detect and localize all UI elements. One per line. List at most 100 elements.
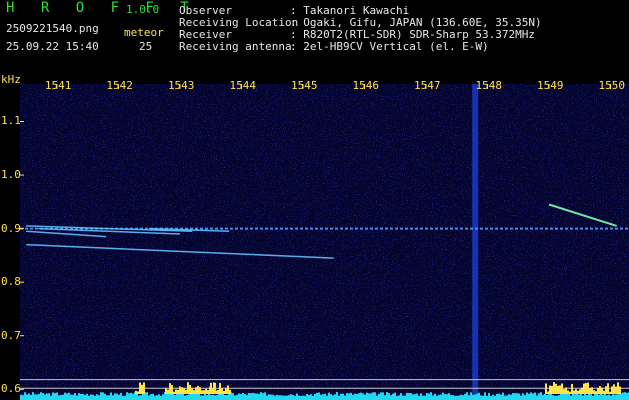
- level-bar: [358, 393, 360, 400]
- level-bar-peak: [179, 386, 181, 394]
- level-bar-peak: [181, 387, 183, 394]
- level-bar: [276, 394, 278, 400]
- level-bar-peak: [227, 385, 229, 394]
- level-bar: [392, 393, 394, 400]
- level-bar: [556, 395, 558, 400]
- level-bar: [582, 395, 584, 400]
- level-bar: [418, 395, 420, 400]
- level-bar-peak: [551, 385, 553, 394]
- level-bar: [540, 392, 542, 400]
- level-bar: [512, 393, 514, 400]
- level-bar: [380, 392, 382, 400]
- level-bar: [524, 395, 526, 400]
- level-bar-peak: [193, 390, 195, 394]
- level-bar: [420, 393, 422, 400]
- level-bar: [80, 393, 82, 400]
- level-bar-peak: [173, 391, 175, 394]
- level-bar: [206, 395, 208, 400]
- level-bar: [508, 394, 510, 400]
- level-bar: [64, 392, 66, 400]
- level-bar: [120, 392, 122, 400]
- level-bar: [348, 393, 350, 400]
- level-bar: [116, 393, 118, 400]
- x-tick-label: 1546: [352, 79, 379, 92]
- level-bar-peak: [210, 382, 212, 394]
- level-bar: [26, 394, 28, 400]
- level-bar: [140, 395, 142, 400]
- level-bar: [326, 395, 328, 400]
- level-bar: [216, 395, 218, 400]
- level-bar: [622, 392, 624, 400]
- level-bar: [192, 393, 194, 400]
- level-bar: [170, 393, 172, 400]
- level-bar-peak: [547, 391, 549, 394]
- level-bar: [114, 393, 116, 400]
- level-bar: [32, 392, 34, 400]
- level-bar: [318, 392, 320, 400]
- level-bar: [226, 395, 228, 400]
- level-bar: [342, 393, 344, 400]
- level-bar: [476, 393, 478, 400]
- level-bar: [500, 394, 502, 400]
- level-bar: [300, 395, 302, 400]
- level-bar-peak: [201, 390, 203, 394]
- level-bar: [258, 393, 260, 400]
- level-bar-peak: [195, 387, 197, 394]
- level-bar: [246, 395, 248, 400]
- level-bar: [108, 395, 110, 400]
- x-tick-label: 1544: [229, 79, 256, 92]
- level-bar: [166, 394, 168, 400]
- level-bar-peak: [587, 382, 589, 394]
- y-tick-label: 1.0: [1, 168, 21, 182]
- level-bar: [256, 393, 258, 400]
- level-bar-peak: [187, 382, 189, 394]
- level-bar: [254, 393, 256, 400]
- level-bar: [48, 393, 50, 400]
- level-bar: [90, 394, 92, 400]
- level-bar: [168, 393, 170, 400]
- level-bar: [310, 394, 312, 400]
- level-bar: [504, 395, 506, 400]
- level-bar: [350, 392, 352, 400]
- level-bar: [520, 395, 522, 400]
- level-bar: [472, 394, 474, 400]
- level-bar: [586, 395, 588, 400]
- level-bar: [212, 394, 214, 400]
- level-bar: [566, 393, 568, 400]
- x-tick-label: 1550: [598, 79, 626, 92]
- level-bar: [498, 393, 500, 400]
- level-bar-peak: [553, 382, 555, 394]
- level-bar: [146, 392, 148, 400]
- level-bar-peak: [199, 387, 201, 394]
- level-bar: [430, 392, 432, 400]
- level-bar: [444, 394, 446, 400]
- level-bar: [52, 392, 54, 400]
- level-bar: [470, 392, 472, 400]
- level-bar: [186, 394, 188, 400]
- level-bar: [600, 392, 602, 400]
- level-bar: [46, 393, 48, 400]
- level-bar: [330, 394, 332, 400]
- level-bar: [484, 392, 486, 400]
- level-bar: [442, 392, 444, 400]
- level-bar: [434, 393, 436, 400]
- level-bar: [280, 395, 282, 400]
- level-bar: [604, 393, 606, 400]
- y-tick-label: 0.6: [1, 382, 21, 396]
- level-bar: [458, 395, 460, 400]
- level-bar: [178, 393, 180, 400]
- level-bar: [228, 392, 230, 400]
- level-bar-peak: [197, 385, 199, 394]
- level-bar-peak: [217, 389, 219, 394]
- antenna-label: Receiving antenna: [179, 40, 292, 53]
- level-bar: [544, 393, 546, 400]
- level-bar: [384, 395, 386, 400]
- level-bar: [72, 394, 74, 400]
- level-bar-peak: [589, 388, 591, 394]
- level-bar-peak: [569, 391, 571, 394]
- level-bar-peak: [205, 388, 207, 394]
- level-bar: [624, 392, 626, 400]
- level-bar: [332, 395, 334, 400]
- level-bar-peak: [571, 383, 573, 394]
- level-bar: [390, 395, 392, 400]
